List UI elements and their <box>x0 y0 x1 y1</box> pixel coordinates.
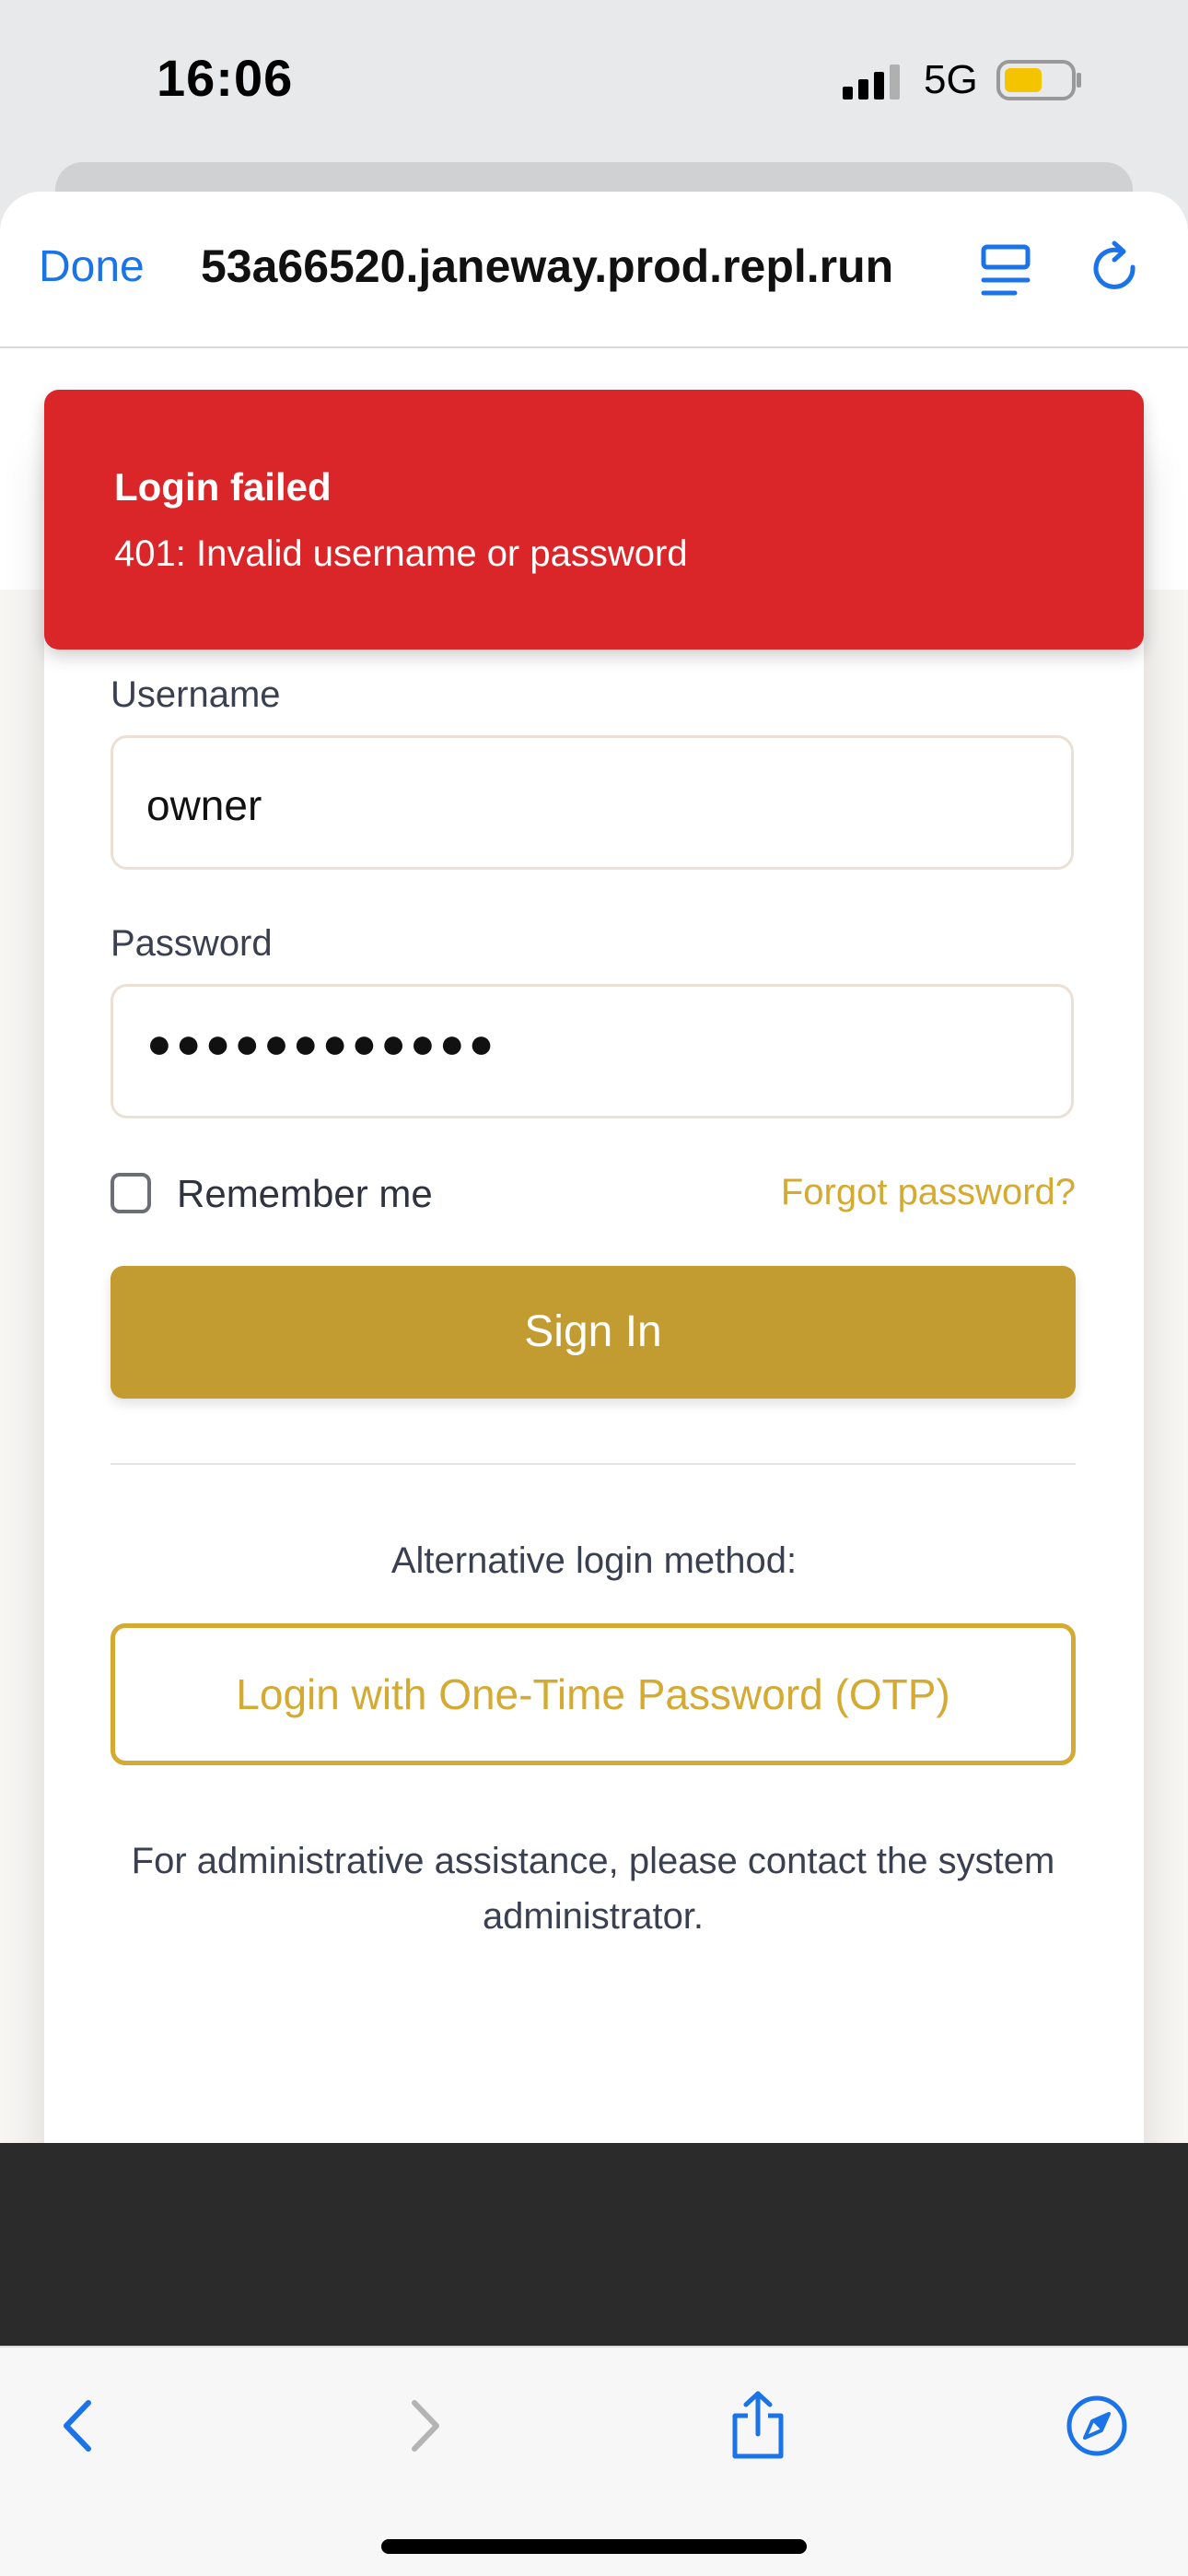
forward-icon[interactable] <box>390 2394 455 2458</box>
browser-toolbar: Done 53a66520.janeway.prod.repl.run <box>0 192 1188 348</box>
home-indicator <box>381 2539 807 2554</box>
page-footer-band <box>0 2143 1188 2355</box>
reader-view-icon[interactable] <box>980 243 1031 299</box>
otp-login-button[interactable]: Login with One-Time Password (OTP) <box>111 1623 1076 1765</box>
username-field[interactable]: owner <box>111 735 1074 870</box>
username-value: owner <box>146 781 262 829</box>
share-icon[interactable] <box>726 2388 790 2462</box>
password-label: Password <box>111 923 273 964</box>
network-type: 5G <box>924 57 978 102</box>
forgot-password-link[interactable]: Forgot password? <box>781 1172 1076 1213</box>
compass-icon[interactable] <box>1065 2394 1129 2458</box>
status-bar: 16:06 5G <box>0 0 1188 184</box>
username-label: Username <box>111 674 281 715</box>
divider <box>111 1463 1076 1465</box>
toast-message: 401: Invalid username or password <box>114 533 688 574</box>
login-error-toast[interactable]: Login failed 401: Invalid username or pa… <box>44 390 1144 650</box>
browser-sheet: Done 53a66520.janeway.prod.repl.run User… <box>0 192 1188 2576</box>
admin-assistance-text: For administrative assistance, please co… <box>131 1841 1055 1937</box>
reload-icon[interactable] <box>1087 240 1146 299</box>
url-display[interactable]: 53a66520.janeway.prod.repl.run <box>201 240 893 293</box>
status-time: 16:06 <box>157 49 294 107</box>
remember-me-checkbox[interactable] <box>111 1173 151 1213</box>
done-button[interactable]: Done <box>39 241 145 292</box>
battery-icon <box>996 60 1081 100</box>
password-masked-value: ●●●●●●●●●●●● <box>146 1019 498 1067</box>
remember-me-label[interactable]: Remember me <box>177 1172 433 1216</box>
password-field[interactable]: ●●●●●●●●●●●● <box>111 984 1074 1118</box>
sign-in-button[interactable]: Sign In <box>111 1266 1076 1399</box>
alternative-login-label: Alternative login method: <box>390 1540 798 1581</box>
toast-title: Login failed <box>114 465 332 509</box>
cellular-signal-icon <box>843 64 900 100</box>
back-icon[interactable] <box>48 2394 112 2458</box>
